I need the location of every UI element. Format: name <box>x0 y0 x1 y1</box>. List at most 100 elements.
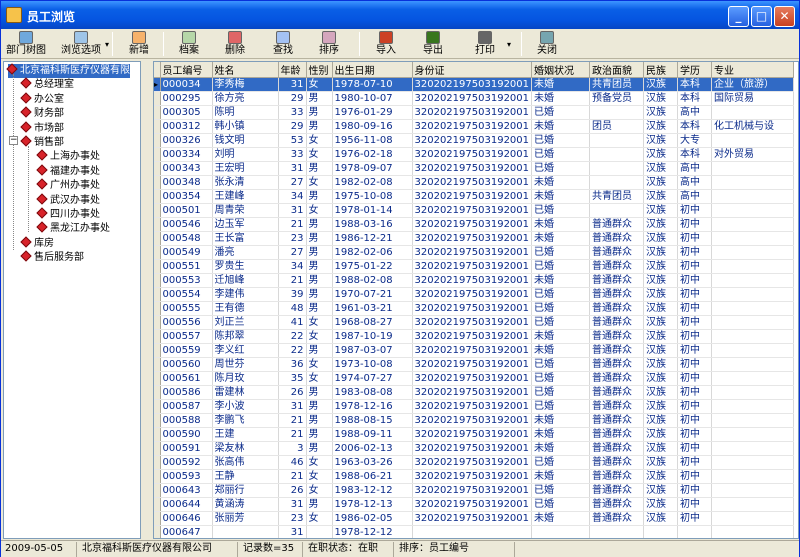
table-cell: 初中 <box>677 497 713 512</box>
maximize-button[interactable]: □ <box>751 6 772 27</box>
table-row[interactable]: 000646 张丽芳 23 女 1986-02-05 320202197503192001… <box>154 511 795 526</box>
tree-node[interactable]: 黑龙江办事处 <box>36 221 110 236</box>
dept-tree-button[interactable]: 部门树图 <box>3 30 49 58</box>
table-row[interactable]: 000586 雷建林 26 男 1983-08-08 320202197503192001… <box>154 385 795 400</box>
print-button[interactable]: 打印 ▾ <box>459 30 511 58</box>
tree-node[interactable]: 武汉办事处 <box>36 192 100 208</box>
table-cell: 46 <box>278 455 307 470</box>
chevron-down-icon[interactable]: ▾ <box>507 40 511 49</box>
column-header[interactable]: 专业 <box>711 62 795 78</box>
sort-button[interactable]: 排序 <box>309 30 349 58</box>
table-row[interactable]: 000588 李鹏飞 21 男 1988-08-15 320202197503192001… <box>154 413 795 428</box>
delete-button[interactable]: 删除 <box>215 30 255 58</box>
column-header[interactable]: 学历 <box>677 62 713 78</box>
browse-options-button[interactable]: 浏览选项 ▾ <box>53 30 109 58</box>
table-row[interactable]: 000501 周青荣 31 女 1978-01-14 320202197503192001… <box>154 203 795 218</box>
table-cell: 000326 <box>160 133 213 148</box>
table-row[interactable]: 000559 李义红 22 男 1987-03-07 320202197503192001… <box>154 343 795 358</box>
import-button[interactable]: 导入 <box>366 30 406 58</box>
column-header[interactable]: 民族 <box>643 62 679 78</box>
table-row[interactable]: 000561 陈月玫 35 女 1974-07-27 320202197503192001… <box>154 371 795 386</box>
table-row[interactable]: 000546 边玉军 21 男 1988-03-16 320202197503192001… <box>154 217 795 232</box>
table-row[interactable]: 000644 黄涵涛 31 男 1978-12-13 320202197503192001… <box>154 497 795 512</box>
table-row[interactable]: 000548 王长富 23 男 1986-12-21 320202197503192001… <box>154 231 795 246</box>
table-cell <box>711 441 795 456</box>
table-row[interactable]: 000587 李小波 31 男 1978-12-16 320202197503192001… <box>154 399 795 414</box>
table-cell: 已婚 <box>531 483 591 498</box>
table-row[interactable]: 000593 王静 21 女 1988-06-21 320202197503192001 未… <box>154 469 795 484</box>
table-row[interactable]: 000305 陈明 33 男 1976-01-29 320202197503192001 已… <box>154 105 795 120</box>
table-row[interactable]: 000549 潘亮 27 男 1982-02-06 320202197503192001 已… <box>154 245 795 260</box>
add-button[interactable]: 新增 <box>119 30 159 58</box>
chevron-down-icon[interactable]: ▾ <box>105 40 109 49</box>
table-row[interactable]: 000326 钱文明 53 女 1956-11-08 320202197503192001… <box>154 133 795 148</box>
table-cell: 高中 <box>677 105 713 120</box>
table-row[interactable]: 000348 张永清 27 女 1982-02-08 320202197503192001… <box>154 175 795 190</box>
find-button[interactable]: 查找 <box>263 30 303 58</box>
table-row[interactable]: 000555 王有德 48 男 1961-03-21 320202197503192001… <box>154 301 795 316</box>
table-cell: 3 <box>278 441 307 456</box>
table-cell: 1976-02-18 <box>332 147 413 162</box>
column-header[interactable]: 政治面貌 <box>589 62 645 78</box>
table-row[interactable]: 000590 王建 21 男 1988-09-11 320202197503192001 未… <box>154 427 795 442</box>
tree-node[interactable]: 北京福科斯医疗仪器有限 <box>6 63 130 78</box>
table-row[interactable]: 000592 张高伟 46 女 1963-03-26 320202197503192001… <box>154 455 795 470</box>
table-cell: 汉族 <box>643 231 679 246</box>
table-cell: 23 <box>278 231 307 246</box>
table-row[interactable]: 000312 韩小镇 29 男 1980-09-16 320202197503192001… <box>154 119 795 134</box>
splitter[interactable] <box>142 61 152 539</box>
browse-options-icon <box>74 31 88 44</box>
table-row[interactable]: 000557 陈邦翠 22 女 1987-10-19 320202197503192001… <box>154 329 795 344</box>
table-row[interactable]: 000643 郑丽行 26 女 1983-12-12 320202197503192001… <box>154 483 795 498</box>
tree-node[interactable]: 市场部 <box>20 120 64 136</box>
column-header[interactable]: 年龄 <box>278 62 307 78</box>
close-button[interactable]: 关闭 <box>527 30 567 58</box>
department-tree[interactable]: 北京福科斯医疗仪器有限 总经理室 办公室 财务部 市场部 销售部 上海办事处 福建办事处 广州办… <box>3 61 141 539</box>
table-row[interactable]: 000647 31 1978-12-12 <box>154 525 795 538</box>
table-row[interactable]: 000554 李建伟 39 男 1970-07-21 320202197503192001… <box>154 287 795 302</box>
table-cell: 320202197503192001 <box>412 287 533 302</box>
column-header[interactable]: 出生日期 <box>332 62 413 78</box>
tree-node[interactable]: 库房 <box>20 236 54 251</box>
tree-node[interactable]: 总经理室 <box>20 77 74 92</box>
tree-node[interactable]: 办公室 <box>20 92 64 107</box>
column-header[interactable]: 身份证 <box>412 62 533 78</box>
window-close-button[interactable]: ✕ <box>774 6 795 27</box>
table-row[interactable]: 000343 王宏明 31 男 1978-09-07 320202197503192001… <box>154 161 795 176</box>
table-row[interactable]: 000354 王建峰 34 男 1975-10-08 320202197503192001… <box>154 189 795 204</box>
tree-node-label: 福建办事处 <box>50 165 100 177</box>
employee-grid[interactable]: 员工编号 姓名 年龄 性别 出生日期 身份证 婚姻状况 政治面貌 民族 学历 专业 ▸ 000034 李… <box>153 61 799 539</box>
table-row[interactable]: 000551 罗贵生 34 男 1975-01-22 320202197503192001… <box>154 259 795 274</box>
tree-node[interactable]: 财务部 <box>20 106 64 121</box>
table-row[interactable]: 000560 周世芬 36 女 1973-10-08 320202197503192001… <box>154 357 795 372</box>
tree-node[interactable]: 广州办事处 <box>36 178 100 193</box>
tree-node[interactable]: 福建办事处 <box>36 164 100 179</box>
table-row[interactable]: 000591 梁友林 3 男 2006-02-13 320202197503192001 未… <box>154 441 795 456</box>
table-cell: 已婚 <box>531 315 591 330</box>
table-cell: 汉族 <box>643 399 679 414</box>
tree-node-label: 市场部 <box>34 122 64 134</box>
title-bar[interactable]: 员工浏览 _ □ ✕ <box>1 1 799 29</box>
table-row[interactable]: ▸ 000034 李秀梅 31 女 1978-07-10 32020219750319200… <box>154 77 795 92</box>
tree-node[interactable]: 四川办事处 <box>36 207 100 222</box>
table-row[interactable]: 000334 刘明 33 女 1976-02-18 320202197503192001 已… <box>154 147 795 162</box>
table-row[interactable]: 000295 徐方亮 29 男 1980-10-07 320202197503192001… <box>154 91 795 106</box>
tree-node[interactable]: 上海办事处 <box>36 149 100 164</box>
archive-button[interactable]: 档案 <box>169 30 209 58</box>
column-header[interactable]: 性别 <box>306 62 333 78</box>
table-cell: 初中 <box>677 217 713 232</box>
column-header[interactable]: 婚姻状况 <box>531 62 591 78</box>
collapse-icon[interactable]: − <box>9 136 18 145</box>
table-row[interactable]: 000553 迁旭峰 21 男 1988-02-08 320202197503192001… <box>154 273 795 288</box>
export-button[interactable]: 导出 <box>413 30 453 58</box>
tree-node[interactable]: 售后服务部 <box>20 250 84 265</box>
table-cell <box>711 357 795 372</box>
tree-node-label: 北京福科斯医疗仪器有限 <box>20 65 130 76</box>
column-header[interactable]: 姓名 <box>212 62 279 78</box>
column-header[interactable]: 员工编号 <box>160 62 213 78</box>
minimize-button[interactable]: _ <box>728 6 749 27</box>
table-cell: 普通群众 <box>589 469 645 484</box>
table-cell <box>711 301 795 316</box>
table-row[interactable]: 000556 刘正兰 41 女 1968-08-27 320202197503192001… <box>154 315 795 330</box>
table-cell <box>531 525 591 538</box>
